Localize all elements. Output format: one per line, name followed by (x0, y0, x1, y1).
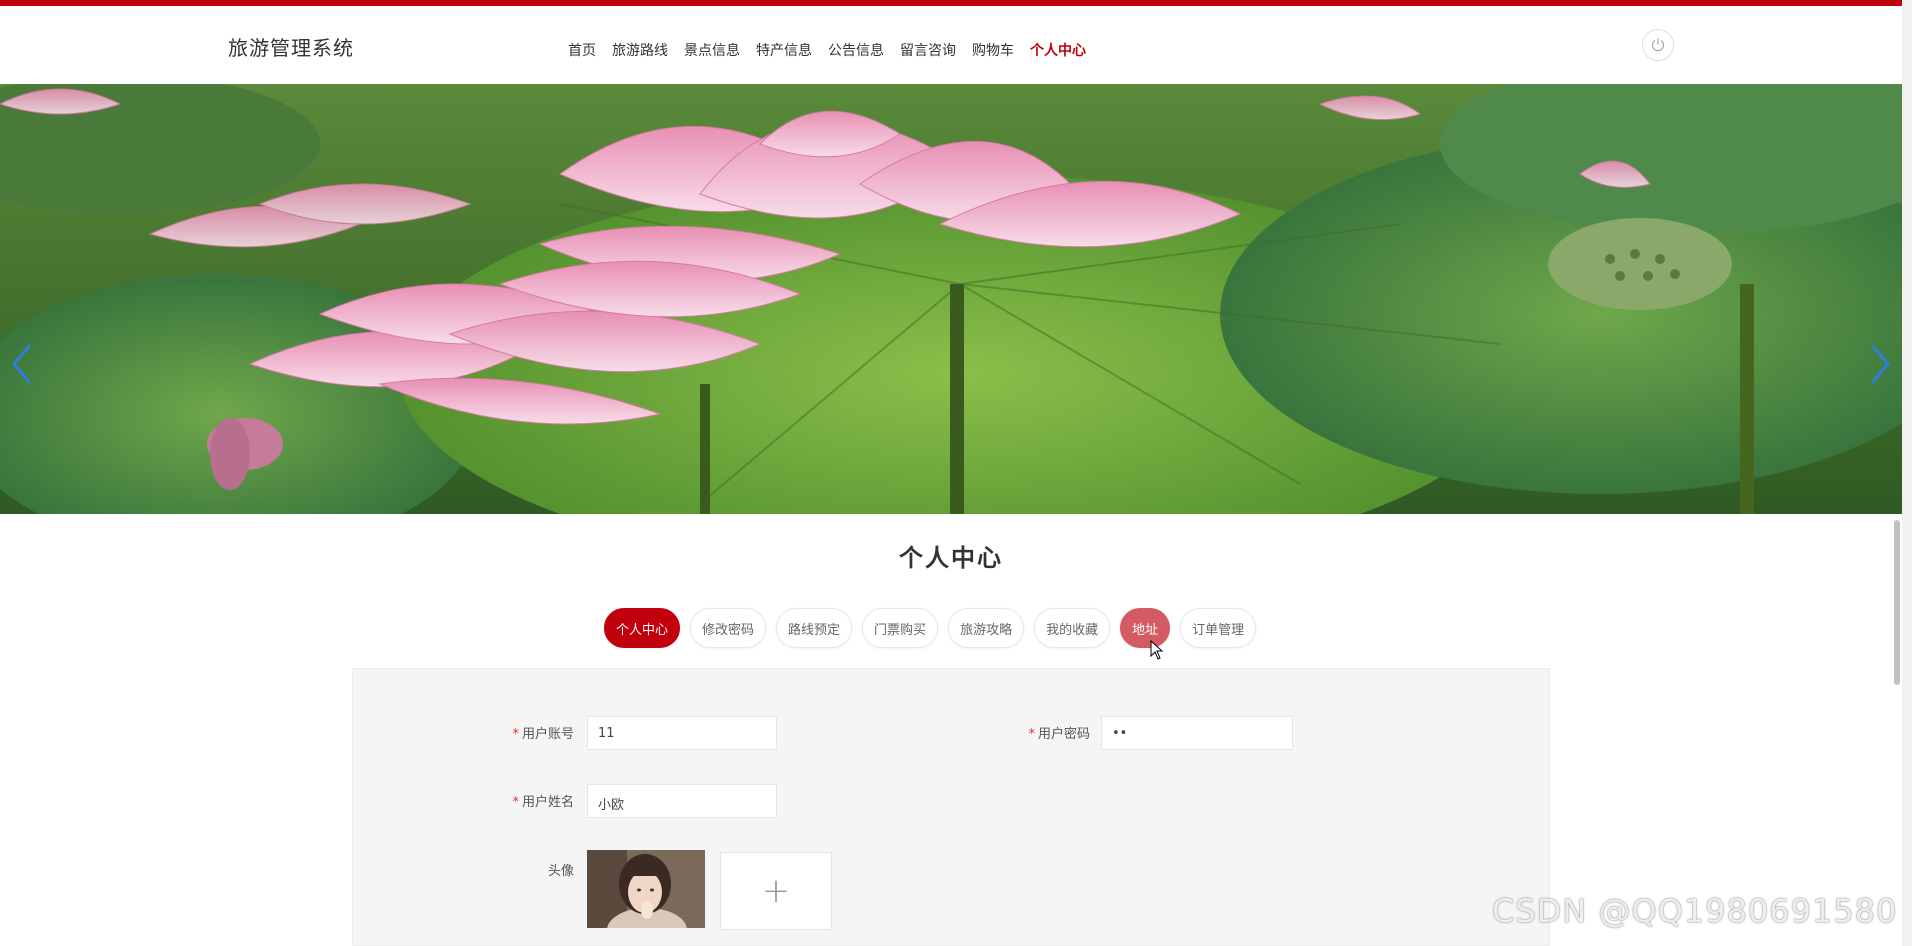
account-label: * 用户账号 (512, 727, 574, 742)
tab-route-booking[interactable]: 路线预定 (776, 608, 853, 648)
nav-item-specialties[interactable]: 特产信息 (756, 40, 812, 60)
nav-item-profile[interactable]: 个人中心 (1030, 40, 1086, 60)
password-input[interactable]: •• (1101, 716, 1293, 750)
page-scrollbar[interactable] (1902, 0, 1912, 946)
carousel-next-icon[interactable] (1864, 339, 1894, 389)
tab-profile[interactable]: 个人中心 (604, 608, 681, 648)
tab-ticket-purchase[interactable]: 门票购买 (862, 608, 939, 648)
lotus-banner-image (0, 84, 1902, 514)
account-input[interactable]: 11 (587, 716, 777, 750)
password-label: * 用户密码 (1028, 727, 1090, 742)
mouse-cursor-icon (1150, 640, 1164, 660)
tab-travel-guides[interactable]: 旅游攻略 (948, 608, 1025, 648)
avatar-upload-button[interactable]: + (720, 852, 832, 930)
site-logo[interactable]: 旅游管理系统 (228, 32, 354, 61)
nav-item-routes[interactable]: 旅游路线 (612, 40, 668, 60)
carousel-prev-icon[interactable] (8, 339, 38, 389)
power-icon (1651, 38, 1665, 52)
profile-tabs: 个人中心 修改密码 路线预定 门票购买 旅游攻略 我的收藏 地址 订单管理 (604, 608, 1266, 648)
name-label: * 用户姓名 (512, 795, 574, 810)
page-title: 个人中心 (899, 544, 1003, 572)
plus-icon: + (761, 871, 791, 911)
name-input[interactable]: 小欧 (587, 784, 777, 818)
header: 旅游管理系统 首页 旅游路线 景点信息 特产信息 公告信息 留言咨询 购物车 个… (0, 6, 1902, 84)
logout-button[interactable] (1642, 29, 1674, 61)
nav-item-cart[interactable]: 购物车 (972, 40, 1014, 60)
nav-item-home[interactable]: 首页 (568, 40, 596, 60)
tab-my-favorites[interactable]: 我的收藏 (1034, 608, 1111, 648)
avatar-image (587, 850, 705, 928)
watermark: CSDN @QQ1980691580 (1492, 892, 1898, 930)
avatar-label: 头像 (547, 864, 574, 879)
nav-item-announcements[interactable]: 公告信息 (828, 40, 884, 60)
tab-change-password[interactable]: 修改密码 (690, 608, 767, 648)
nav-item-messages[interactable]: 留言咨询 (900, 40, 956, 60)
banner-carousel[interactable] (0, 84, 1902, 514)
nav-item-attractions[interactable]: 景点信息 (684, 40, 740, 60)
main-nav: 首页 旅游路线 景点信息 特产信息 公告信息 留言咨询 购物车 个人中心 (568, 40, 1102, 60)
tab-order-management[interactable]: 订单管理 (1180, 608, 1257, 648)
